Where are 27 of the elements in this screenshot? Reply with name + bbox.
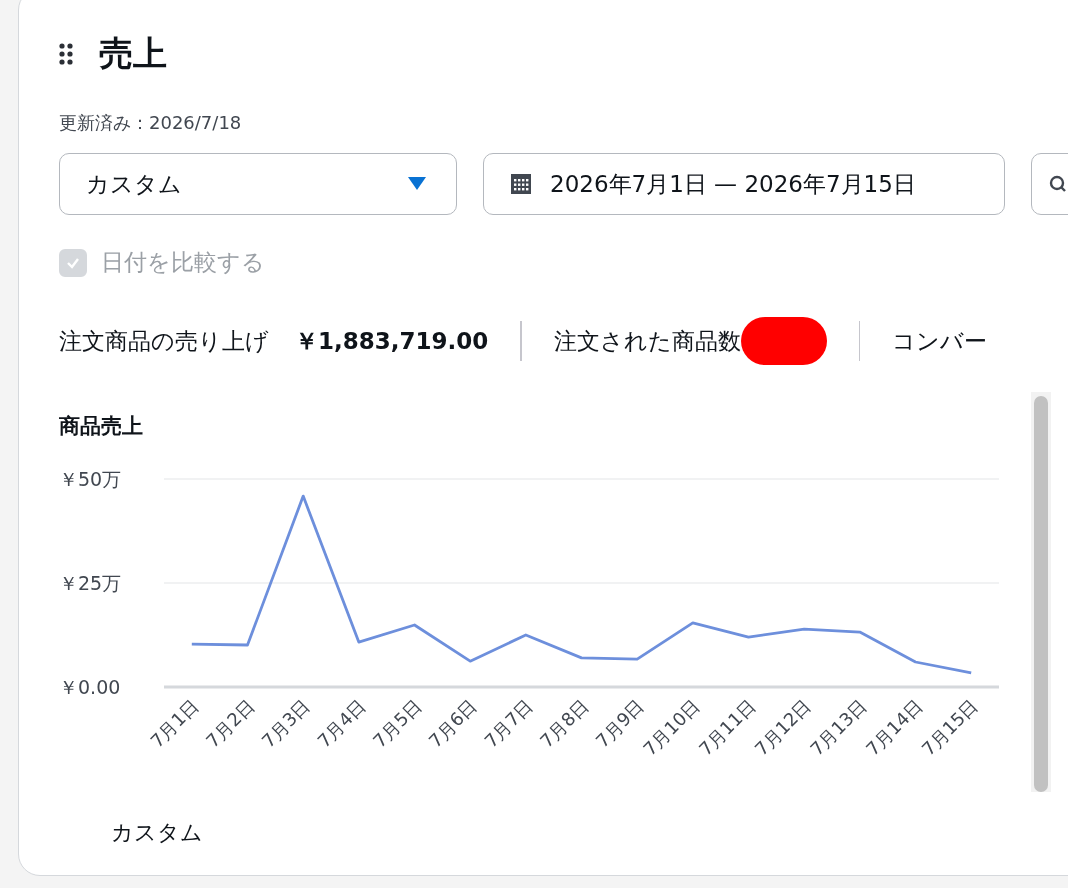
metric-label: コンバー xyxy=(892,326,988,356)
legend-label: カスタム xyxy=(111,820,203,845)
y-axis-label: ￥25万 xyxy=(59,572,122,594)
caret-icon xyxy=(408,177,426,191)
card-title: 売上 xyxy=(99,32,167,75)
chart-title: 商品売上 xyxy=(59,413,144,440)
range-dropdown[interactable]: カスタム xyxy=(59,153,457,215)
metric-label: 注文商品の売り上げ xyxy=(59,326,269,356)
y-axis-label: ￥50万 xyxy=(59,468,122,490)
compare-label: 日付を比較する xyxy=(101,248,265,277)
calendar-icon xyxy=(510,173,532,195)
x-axis-label: 7月1日 xyxy=(146,695,203,752)
metric-label: 注文された商品数 xyxy=(553,326,741,356)
metric-value: ￥1,883,719.00 xyxy=(295,326,489,356)
x-axis-label: 7月3日 xyxy=(257,695,314,752)
scrollbar[interactable] xyxy=(1031,392,1051,792)
x-axis-label: 7月4日 xyxy=(313,695,370,752)
search-icon xyxy=(1048,175,1066,193)
date-range-button[interactable]: 2026年7月1日 — 2026年7月15日 xyxy=(483,153,1005,215)
y-axis-label: ￥0.00 xyxy=(59,676,121,698)
x-axis-label: 7月6日 xyxy=(424,695,481,752)
x-axis-label: 7月7日 xyxy=(480,695,537,752)
x-axis-label: 7月2日 xyxy=(201,695,259,752)
updated-date: 更新済み：2026/7/18 xyxy=(59,111,243,135)
drag-handle-icon[interactable] xyxy=(59,43,73,65)
x-axis-label: 7月8日 xyxy=(535,695,593,752)
x-axis-label: 7月5日 xyxy=(368,695,426,752)
